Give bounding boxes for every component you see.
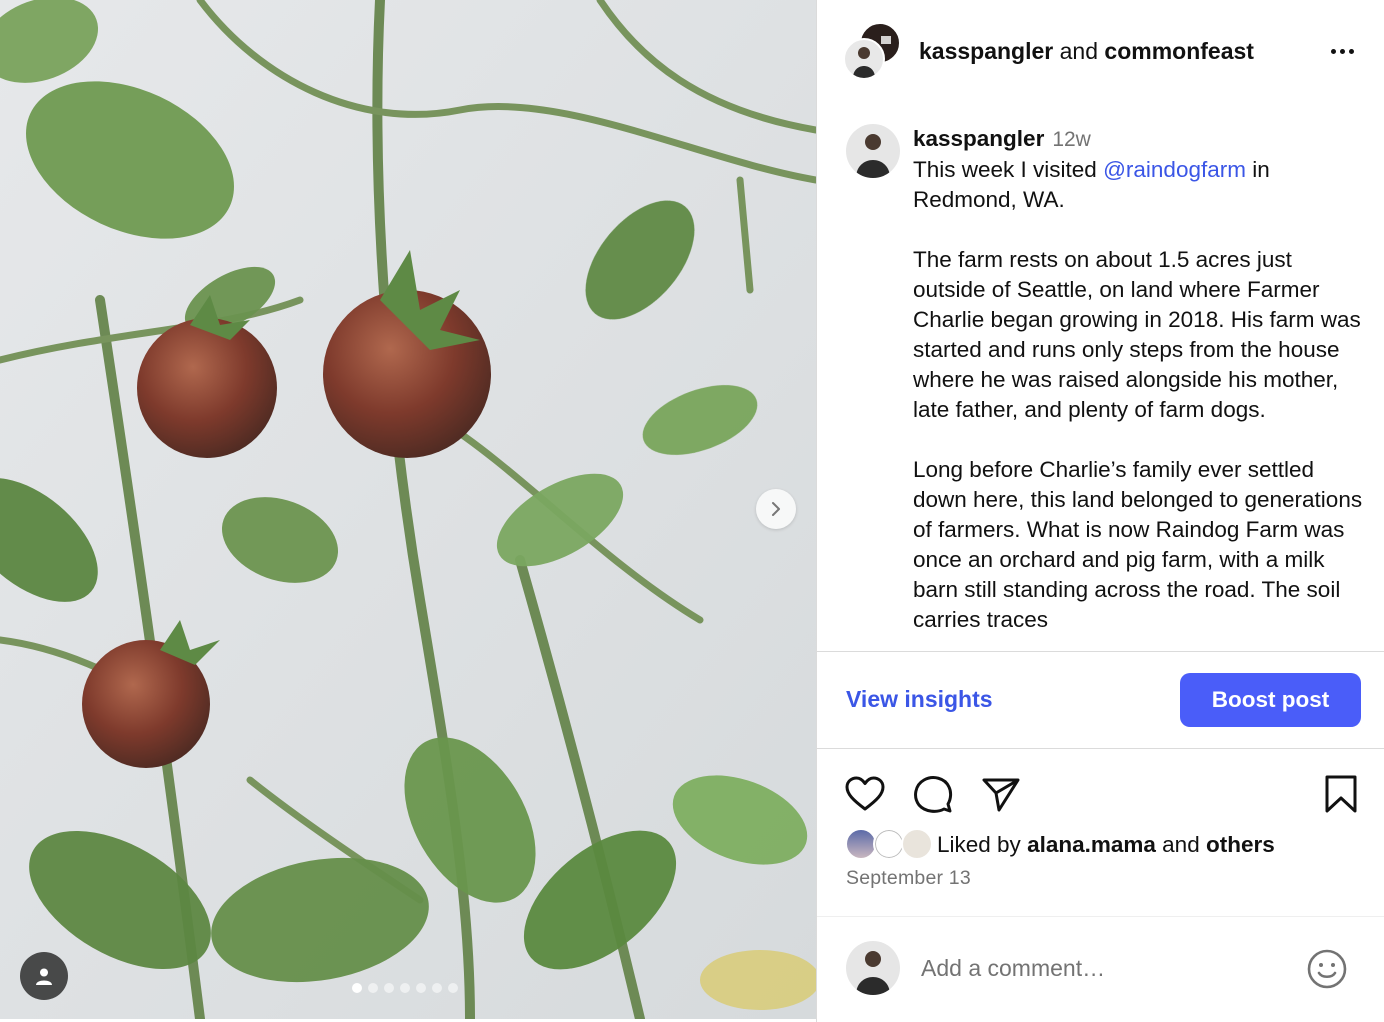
more-options-button[interactable]: [1325, 38, 1359, 64]
caption-text: kasspangler 12w This week I visited @rain…: [913, 124, 1363, 635]
collaborator-username[interactable]: commonfeast: [1104, 38, 1254, 64]
liker-avatar[interactable]: [901, 828, 933, 860]
paper-plane-icon: [982, 778, 1020, 812]
caption-paragraph: Long before Charlie’s family ever settle…: [913, 457, 1363, 632]
avatar-image: [856, 951, 890, 995]
heart-icon: [845, 776, 885, 811]
next-image-button[interactable]: [756, 489, 796, 529]
likes-summary: Liked by alana.mama and others: [845, 828, 1275, 862]
carousel-dot: [432, 983, 442, 993]
avatar[interactable]: [846, 124, 900, 178]
post-authors: kasspangler and commonfeast: [919, 38, 1254, 65]
insights-bar: View insights Boost post: [817, 651, 1384, 749]
more-horizontal-icon: [1348, 48, 1354, 54]
avatar-kasspangler[interactable]: [843, 38, 885, 80]
first-liker-link[interactable]: alana.mama: [1027, 832, 1156, 857]
post-header: kasspangler and commonfeast: [817, 0, 1384, 104]
carousel-dot: [352, 983, 362, 993]
comment-bubble-icon: [914, 776, 953, 813]
carousel-dot: [400, 983, 410, 993]
comment-input[interactable]: [921, 951, 1281, 985]
tomato-plant-photo: [0, 0, 816, 1019]
carousel-dot: [384, 983, 394, 993]
authors-joiner: and: [1059, 38, 1099, 64]
smiley-icon: [1307, 949, 1347, 989]
likes-prefix: Liked by: [937, 832, 1021, 857]
caption-paragraph: The farm rests on about 1.5 acres just o…: [913, 247, 1361, 422]
user-tag-icon: [36, 968, 52, 985]
save-button[interactable]: [1319, 770, 1363, 818]
tagged-users-button[interactable]: [20, 952, 68, 1000]
avatar-image: [856, 134, 890, 178]
avatar-image: [853, 47, 875, 78]
likes-text: Liked by alana.mama and others: [937, 832, 1275, 858]
carousel-dot: [448, 983, 458, 993]
carousel-dot: [416, 983, 426, 993]
bookmark-icon: [1325, 775, 1357, 813]
post-date[interactable]: September 13: [846, 867, 971, 890]
like-button[interactable]: [843, 770, 887, 818]
liker-avatars[interactable]: [845, 828, 935, 862]
post-media[interactable]: [0, 0, 816, 1019]
chevron-right-icon: [772, 502, 780, 516]
caption-line1-prefix: This week I visited: [913, 157, 1104, 182]
avatar: [846, 941, 900, 995]
collaborator-avatars[interactable]: [843, 22, 903, 82]
view-insights-link[interactable]: View insights: [846, 686, 993, 713]
caption-scroll-area[interactable]: kasspangler 12w This week I visited @rain…: [817, 104, 1384, 651]
comment-composer: [817, 916, 1384, 1022]
boost-post-button[interactable]: Boost post: [1180, 673, 1361, 727]
mention-link[interactable]: @raindogfarm: [1103, 157, 1246, 182]
more-horizontal-icon: [1330, 48, 1336, 54]
share-button[interactable]: [979, 770, 1023, 818]
post-details-panel: kasspangler and commonfeast kasspangler 1…: [816, 0, 1384, 1022]
caption-username[interactable]: kasspangler: [913, 126, 1044, 151]
other-likers-link[interactable]: others: [1206, 832, 1275, 857]
likes-joiner: and: [1162, 832, 1200, 857]
more-horizontal-icon: [1339, 48, 1345, 54]
post-actions: [817, 770, 1384, 820]
author-username[interactable]: kasspangler: [919, 38, 1053, 64]
comment-button[interactable]: [911, 770, 955, 818]
emoji-button[interactable]: [1305, 947, 1349, 991]
carousel-dot: [368, 983, 378, 993]
post-time-ago[interactable]: 12w: [1052, 128, 1091, 151]
carousel-indicators: [352, 983, 458, 993]
